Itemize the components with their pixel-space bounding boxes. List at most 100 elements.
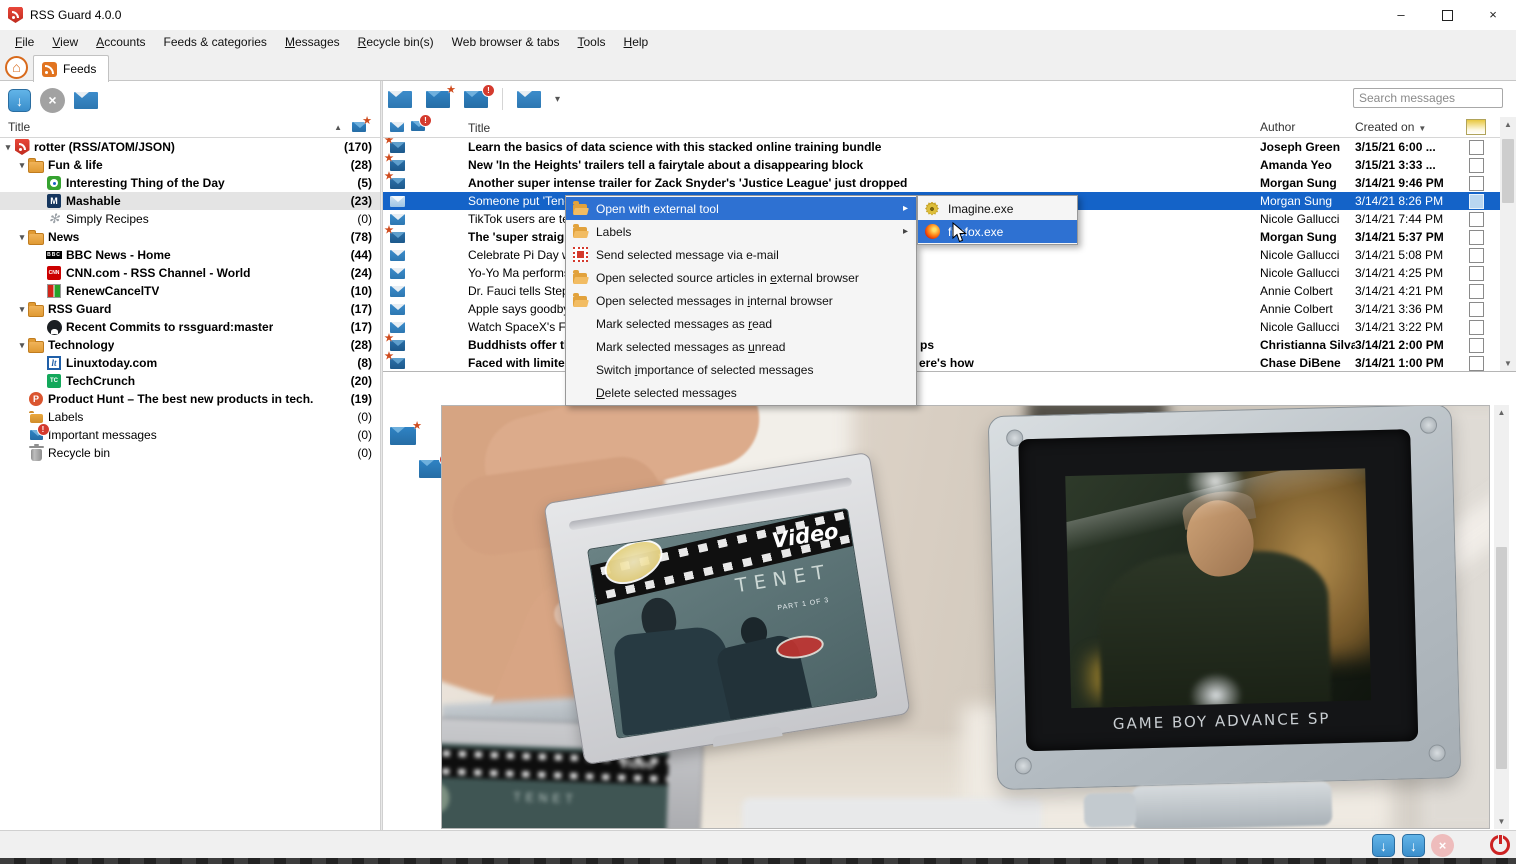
message-flag-box[interactable] [1469,230,1484,245]
feed-item[interactable]: ▾ Important messages (0) [0,426,380,444]
menubar-item[interactable]: View [43,32,87,52]
message-row[interactable]: Apple says goodbye Annie Colbert 3/14/21… [383,300,1500,318]
feed-item[interactable]: ▾ Product Hunt – The best new products i… [0,390,380,408]
message-state-cell[interactable] [383,232,411,243]
expand-arrow-icon[interactable]: ▾ [2,142,14,153]
context-menu-item[interactable]: Switch importance of selected messages ▸ [566,358,916,381]
feed-item[interactable]: ▾ Labels (0) [0,408,380,426]
scroll-down-icon[interactable]: ▼ [1500,359,1516,368]
messages-scrollbar-thumb[interactable] [1502,139,1514,203]
context-menu-item[interactable]: Mark selected messages as unread ▸ [566,335,916,358]
feed-item[interactable]: ▾ CNN.com - RSS Channel - World (24) [0,264,380,282]
message-flag-box[interactable] [1469,302,1484,317]
expand-arrow-icon[interactable]: ▾ [16,304,28,315]
mark-read-toolbar-button[interactable] [388,91,412,108]
title-bar[interactable]: RSS Guard 4.0.0 – × [0,0,1516,30]
mark-feed-read-button[interactable] [74,92,98,109]
message-flag-cell[interactable] [1452,266,1500,281]
feed-item[interactable]: ▾ Interesting Thing of the Day (5) [0,174,380,192]
menubar-item[interactable]: Tools [569,32,615,52]
message-envelope-icon[interactable] [390,268,405,279]
menubar-item[interactable]: Feeds & categories [155,32,276,52]
message-state-cell[interactable] [383,286,411,297]
message-envelope-icon[interactable] [390,196,405,207]
message-envelope-icon[interactable] [390,286,405,297]
maximize-button[interactable] [1424,0,1470,30]
message-flag-box[interactable] [1469,194,1484,209]
feed-item[interactable]: ▾ BBC News - Home (44) [0,246,380,264]
statusbar-download-button[interactable]: ↓ [1372,834,1395,857]
chevron-down-icon[interactable]: ▾ [555,94,560,105]
close-button[interactable]: × [1470,0,1516,30]
message-flag-box[interactable] [1469,320,1484,335]
messages-scrollbar[interactable]: ▲ ▼ [1500,117,1516,371]
update-feeds-button[interactable]: ↓ [8,89,31,112]
context-menu-item[interactable]: Open selected messages in internal brows… [566,289,916,312]
message-flag-box[interactable] [1469,158,1484,173]
message-envelope-icon[interactable] [390,322,405,333]
message-state-cell[interactable] [383,160,411,171]
context-menu-item[interactable]: Open with external tool ▸ [566,197,916,220]
menubar-item[interactable]: Recycle bin(s) [349,32,443,52]
preview-scrollbar[interactable]: ▲ ▼ [1494,405,1509,829]
message-flag-box[interactable] [1469,212,1484,227]
header-flag-column[interactable] [1452,119,1500,135]
message-flag-box[interactable] [1469,140,1484,155]
message-flag-cell[interactable] [1452,356,1500,371]
message-flag-cell[interactable] [1452,212,1500,227]
message-state-cell[interactable] [383,214,411,225]
header-importance-column[interactable] [411,120,468,134]
cancel-update-button[interactable]: × [40,88,65,113]
message-state-cell[interactable] [383,178,411,189]
expand-arrow-icon[interactable]: ▾ [16,232,28,243]
switch-importance-toolbar-button[interactable] [464,91,488,108]
message-state-cell[interactable] [383,322,411,333]
feed-item[interactable]: ▾ RenewCancelTV (10) [0,282,380,300]
message-row[interactable]: Dr. Fauci tells Steph Annie Colbert 3/14… [383,282,1500,300]
preview-scrollbar-thumb[interactable] [1496,547,1507,769]
message-state-cell[interactable] [383,304,411,315]
message-flag-box[interactable] [1469,284,1484,299]
statusbar-power-button[interactable] [1490,835,1510,855]
menubar-item[interactable]: Help [615,32,658,52]
context-menu-item[interactable]: Open selected source articles in externa… [566,266,916,289]
message-envelope-icon[interactable] [390,358,405,369]
feed-item[interactable]: ▾ Recent Commits to rssguard:master (17) [0,318,380,336]
message-flag-cell[interactable] [1452,320,1500,335]
message-flag-cell[interactable] [1452,194,1500,209]
minimize-button[interactable]: – [1378,0,1424,30]
menubar-item[interactable]: Web browser & tabs [443,32,569,52]
message-envelope-icon[interactable] [390,142,405,153]
message-flag-cell[interactable] [1452,284,1500,299]
message-row[interactable]: Yo-Yo Ma performs s Nicole Gallucci 3/14… [383,264,1500,282]
message-state-cell[interactable] [383,196,411,207]
message-row[interactable]: Another super intense trailer for Zack S… [383,174,1500,192]
statusbar-download2-button[interactable]: ↓ [1402,834,1425,857]
message-row[interactable]: Learn the basics of data science with th… [383,138,1500,156]
header-title-column[interactable]: Title [468,118,1260,136]
expand-arrow-icon[interactable]: ▾ [16,340,28,351]
feed-item[interactable]: ▾ TechCrunch (20) [0,372,380,390]
message-flag-cell[interactable] [1452,176,1500,191]
feeds-header-unread-icon[interactable] [352,122,366,132]
header-read-column[interactable] [383,122,411,132]
message-flag-cell[interactable] [1452,158,1500,173]
message-envelope-icon[interactable] [390,178,405,189]
submenu-item[interactable]: Imagine.exe [918,197,1077,220]
feeds-header-title[interactable]: Title [8,120,30,134]
statusbar-fullscreen-button[interactable] [1454,829,1487,862]
message-row[interactable]: Buddhists offer thps Christianna Silva 3… [383,336,1500,354]
messages-list-header[interactable]: Title Author Created on▼ [383,117,1500,138]
header-author-column[interactable]: Author [1260,120,1355,134]
message-state-cell[interactable] [383,142,411,153]
message-envelope-icon[interactable] [390,304,405,315]
message-flag-cell[interactable] [1452,338,1500,353]
context-menu-item[interactable]: Labels ▸ [566,220,916,243]
feed-item[interactable]: ▾ rotter (RSS/ATOM/JSON) (170) [0,138,380,156]
context-menu-item[interactable]: Mark selected messages as read ▸ [566,312,916,335]
message-row[interactable]: Celebrate Pi Day wit Nicole Gallucci 3/1… [383,246,1500,264]
feeds-list-header[interactable]: Title ▲ [0,117,380,138]
preview-mark-unread-button[interactable] [390,427,416,445]
message-row[interactable]: Faced with limiteere's how Chase DiBene … [383,354,1500,371]
message-flag-box[interactable] [1469,266,1484,281]
